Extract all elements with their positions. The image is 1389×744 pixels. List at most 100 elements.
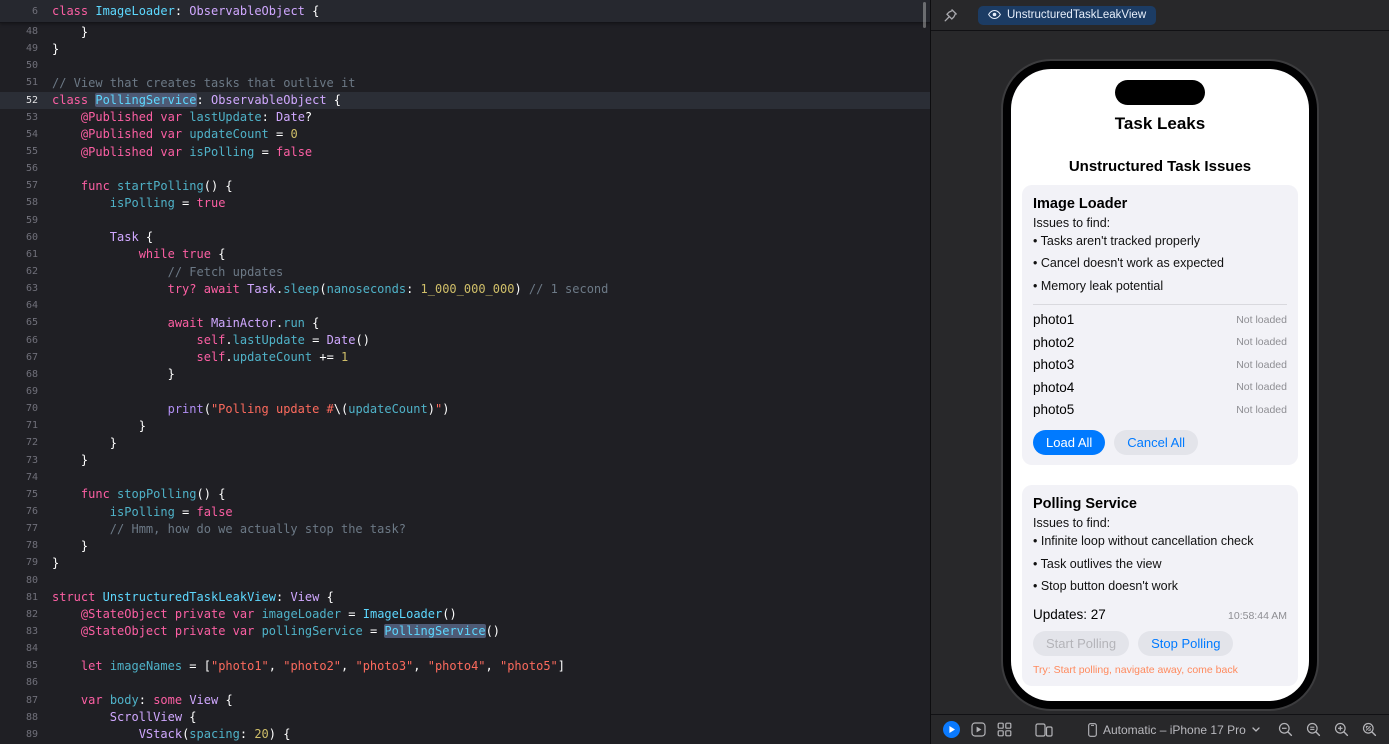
code-line[interactable]: 83 @StateObject private var pollingServi…	[0, 623, 930, 640]
line-number: 59	[25, 214, 38, 226]
code-line[interactable]: 63 try? await Task.sleep(nanoseconds: 1_…	[0, 280, 930, 297]
line-number: 6	[31, 5, 38, 17]
line-number: 63	[25, 283, 38, 295]
eye-icon	[988, 10, 1001, 19]
code-line[interactable]: 68 }	[0, 366, 930, 383]
code-line[interactable]: 62 // Fetch updates	[0, 263, 930, 280]
selectable-mode-button[interactable]	[971, 722, 986, 737]
chevron-down-icon	[1252, 727, 1260, 732]
code-line[interactable]: 86	[0, 674, 930, 691]
code-line[interactable]: 69	[0, 383, 930, 400]
code-lines: 48 } 49} 50 51// View that creates tasks th…	[0, 23, 930, 743]
sticky-class-header: 6 class ImageLoader: ObservableObject {	[0, 0, 930, 23]
device-selector[interactable]: Automatic – iPhone 17 Pro	[1088, 723, 1260, 737]
line-number: 82	[25, 608, 38, 620]
code-line[interactable]: 82 @StateObject private var imageLoader …	[0, 606, 930, 623]
zoom-actual-button[interactable]	[1306, 722, 1321, 737]
line-number: 67	[25, 351, 38, 363]
button-row: Load All Cancel All	[1033, 430, 1287, 456]
code-line[interactable]: 84	[0, 640, 930, 657]
dynamic-island	[1115, 80, 1205, 105]
line-number: 48	[25, 26, 38, 38]
issue-item: • Cancel doesn't work as expected	[1033, 256, 1224, 271]
code-line[interactable]: 67 self.updateCount += 1	[0, 349, 930, 366]
code-line[interactable]: 78 }	[0, 537, 930, 554]
issue-item: • Memory leak potential	[1033, 278, 1164, 293]
line-number: 80	[25, 574, 38, 586]
code-line[interactable]: 56	[0, 160, 930, 177]
code-line[interactable]: 58 isPolling = true	[0, 194, 930, 211]
code-line[interactable]: 65 await MainActor.run {	[0, 314, 930, 331]
code-line[interactable]: 49}	[0, 40, 930, 57]
stop-polling-button[interactable]: Stop Polling	[1138, 631, 1234, 657]
photo-row: photo1 Not loaded	[1033, 308, 1287, 331]
issue-item: • Tasks aren't tracked properly	[1033, 234, 1201, 248]
line-number: 69	[25, 386, 38, 398]
code-line[interactable]: 55 @Published var isPolling = false	[0, 143, 930, 160]
code-line[interactable]: 70 print("Polling update #\(updateCount)…	[0, 400, 930, 417]
canvas-top-bar: UnstructuredTaskLeakView	[931, 0, 1389, 31]
code-line[interactable]: 81 struct UnstructuredTaskLeakView: View …	[0, 589, 930, 606]
code-line[interactable]: 48 }	[0, 23, 930, 40]
cancel-all-button[interactable]: Cancel All	[1114, 430, 1199, 456]
code-line[interactable]: 79}	[0, 554, 930, 571]
code-line[interactable]: 75 func stopPolling() {	[0, 486, 930, 503]
zoom-fit-button[interactable]	[1362, 722, 1377, 737]
line-number: 51	[25, 77, 38, 89]
line-number: 75	[25, 488, 38, 500]
photo-row: photo5 Not loaded	[1033, 399, 1287, 422]
code-editor[interactable]: 6 class ImageLoader: ObservableObject { 4…	[0, 0, 930, 744]
line-number: 70	[25, 403, 38, 415]
line-number: 71	[25, 420, 38, 432]
code-line[interactable]: 64	[0, 297, 930, 314]
line-number: 89	[25, 728, 38, 740]
line-number: 86	[25, 677, 38, 689]
pin-icon[interactable]	[943, 8, 958, 23]
line-number: 76	[25, 506, 38, 517]
editor-scrollbar-thumb[interactable]	[923, 2, 926, 28]
code-line[interactable]: 59	[0, 212, 930, 229]
code-line[interactable]: 51// View that creates tasks that outliv…	[0, 74, 930, 91]
code-line[interactable]: 6 class ImageLoader: ObservableObject {	[0, 0, 930, 22]
code-line[interactable]: 54 @Published var updateCount = 0	[0, 126, 930, 143]
photo-name: photo4	[1033, 379, 1075, 395]
code-line[interactable]: 72 }	[0, 434, 930, 451]
code-line[interactable]: 80	[0, 572, 930, 589]
line-number: 72	[25, 437, 38, 449]
updates-label: Updates: 27	[1033, 607, 1106, 623]
device-settings-button[interactable]	[1035, 722, 1053, 737]
line-number: 54	[25, 128, 38, 140]
code-line[interactable]: 74	[0, 469, 930, 486]
line-number: 53	[25, 111, 38, 123]
code-line[interactable]: 71 }	[0, 417, 930, 434]
photo-status: Not loaded	[1236, 381, 1287, 394]
start-polling-button[interactable]: Start Polling	[1033, 631, 1130, 657]
code-line[interactable]: 57 func startPolling() {	[0, 177, 930, 194]
zoom-out-button[interactable]	[1278, 722, 1293, 737]
photo-status: Not loaded	[1236, 403, 1287, 416]
code-line[interactable]: 88 ScrollView {	[0, 709, 930, 726]
canvas-bottom-bar: Automatic – iPhone 17 Pro	[931, 714, 1389, 744]
code-line[interactable]: 66 self.lastUpdate = Date()	[0, 332, 930, 349]
code-line[interactable]: 87 var body: some View {	[0, 691, 930, 708]
code-line[interactable]: 53 @Published var lastUpdate: Date?	[0, 109, 930, 126]
preview-tab[interactable]: UnstructuredTaskLeakView	[978, 5, 1157, 25]
line-number: 60	[25, 231, 38, 243]
code-line[interactable]: 50	[0, 57, 930, 74]
code-line[interactable]: 61 while true {	[0, 246, 930, 263]
zoom-in-button[interactable]	[1334, 722, 1349, 737]
variants-mode-button[interactable]	[997, 722, 1012, 737]
code-line[interactable]: 76 isPolling = false	[0, 503, 930, 520]
code-line[interactable]: 52 class PollingService: ObservableObject…	[0, 91, 930, 109]
line-number: 73	[25, 454, 38, 466]
code-line[interactable]: 85 let imageNames = ["photo1", "photo2",…	[0, 657, 930, 674]
code-line[interactable]: 89 VStack(spacing: 20) {	[0, 726, 930, 743]
load-all-button[interactable]: Load All	[1033, 430, 1106, 456]
code-line[interactable]: 73 }	[0, 452, 930, 469]
live-preview-button[interactable]	[943, 721, 960, 738]
phone-screen: Task Leaks Unstructured Task Issues Imag…	[1011, 69, 1309, 701]
code-line[interactable]: 60 Task {	[0, 229, 930, 246]
code-line[interactable]: 77 // Hmm, how do we actually stop the t…	[0, 520, 930, 537]
line-number: 81	[25, 591, 38, 603]
line-number: 85	[25, 660, 38, 672]
